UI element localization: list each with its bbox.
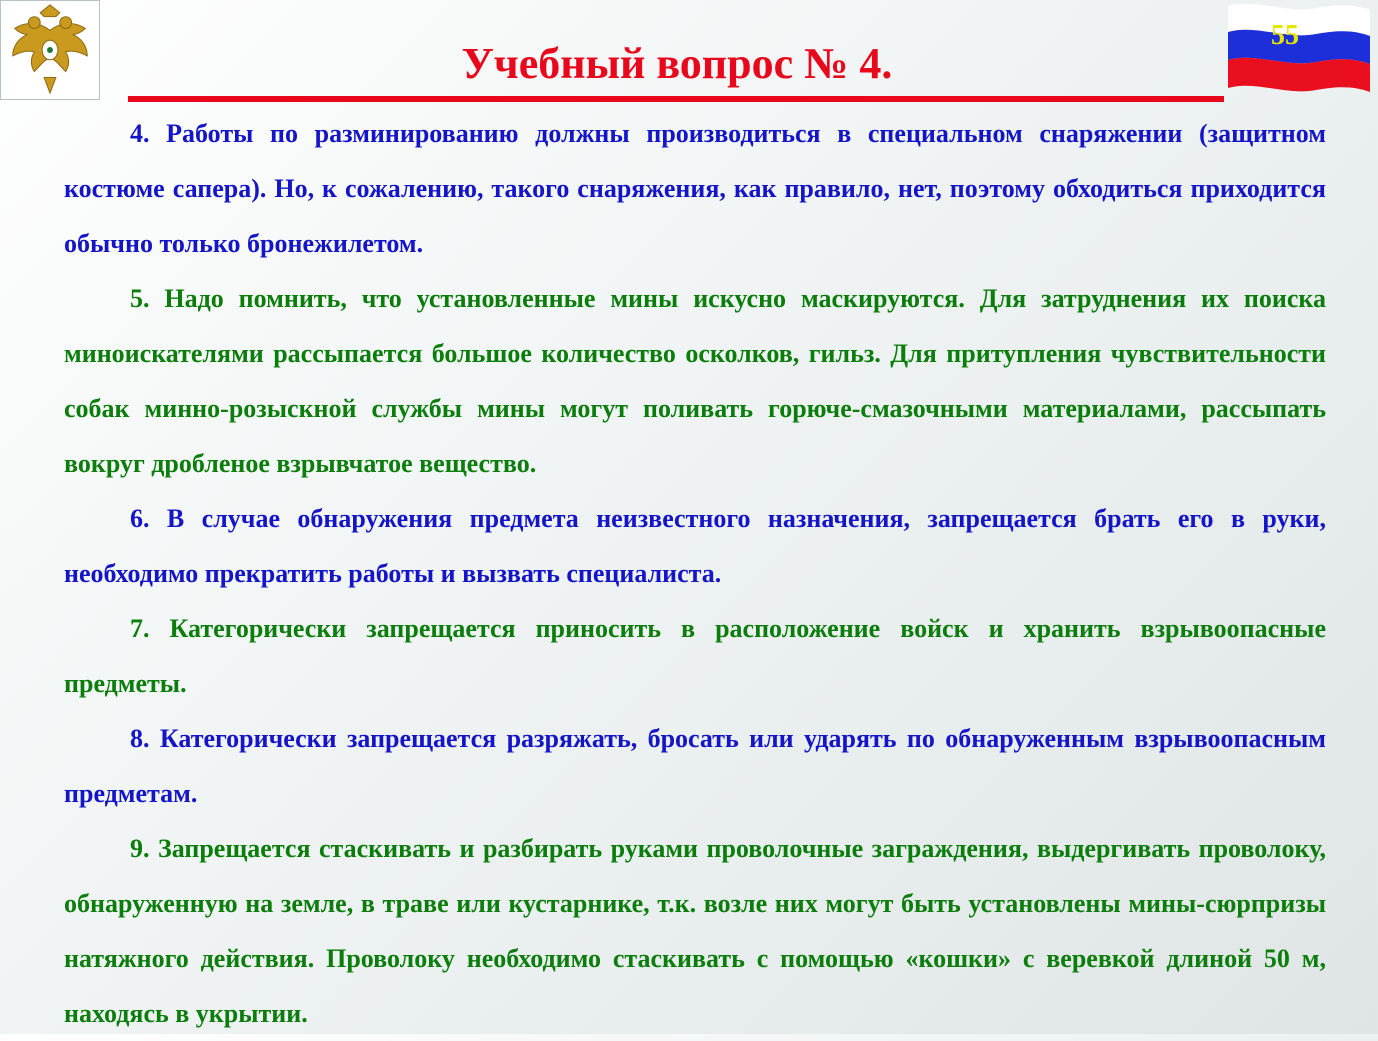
paragraph-item-9: 9. Запрещается стаскивать и разбирать ру…	[64, 834, 1326, 1028]
paragraph-item-5: 5. Надо помнить, что установленные мины …	[64, 284, 1326, 478]
slide-title: Учебный вопрос № 4.	[461, 39, 893, 88]
emblem-logo	[0, 0, 100, 100]
double-headed-eagle-emblem-icon	[12, 4, 88, 95]
paragraph-item-7: 7. Категорически запрещается приносить в…	[64, 614, 1326, 698]
slide-body: 4. Работы по разминированию должны произ…	[64, 106, 1326, 1041]
paragraph-item-6: 6. В случае обнаружения предмета неизвес…	[64, 504, 1326, 588]
slide-number: 55	[1271, 20, 1299, 51]
paragraph-item-8: 8. Категорически запрещается разряжать, …	[64, 724, 1326, 808]
title-underline	[128, 96, 1224, 102]
paragraph-item-4: 4. Работы по разминированию должны произ…	[64, 119, 1326, 258]
